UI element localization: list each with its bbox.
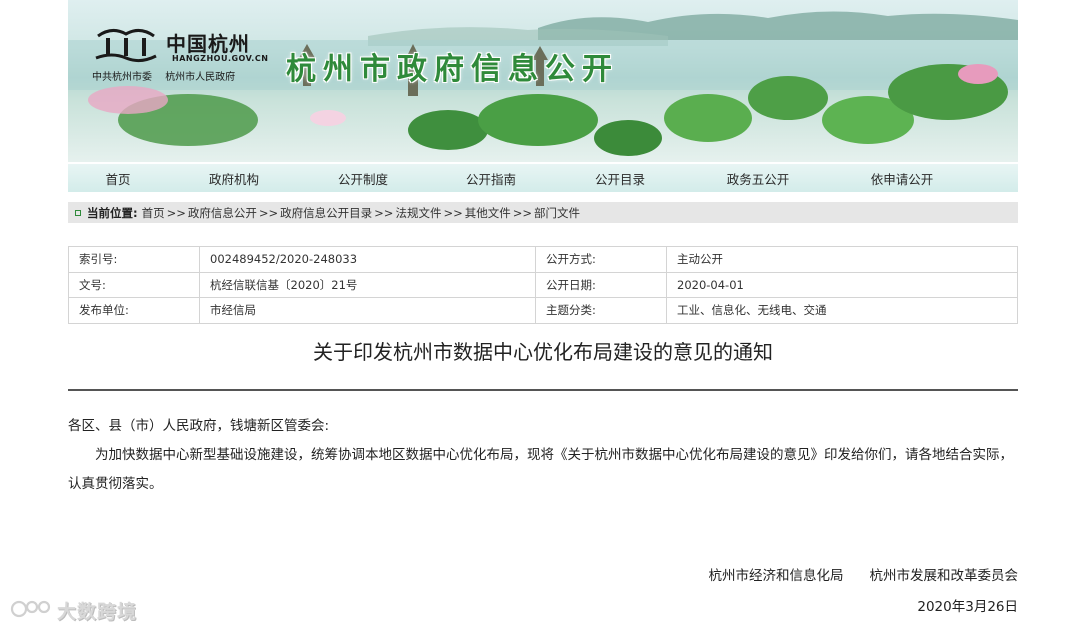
meta-value-index: 002489452/2020-248033 — [199, 246, 536, 273]
logo-text: 中国杭州 — [166, 32, 250, 56]
watermark-logo-icon — [10, 600, 51, 618]
breadcrumb-item-catalog[interactable]: 政府信息公开目录 — [280, 205, 372, 221]
meta-key-subject: 主题分类: — [535, 297, 667, 324]
breadcrumb-separator: >> — [512, 205, 533, 220]
meta-value-subject: 工业、信息化、无线电、交通 — [666, 297, 1018, 324]
document-meta-table: 索引号: 002489452/2020-248033 公开方式: 主动公开 文号… — [68, 246, 1018, 324]
document-signers: 杭州市经济和信息化局 杭州市发展和改革委员会 — [709, 564, 1019, 584]
meta-key-doc-number: 文号: — [68, 271, 200, 299]
breadcrumb-item-dept-files[interactable]: 部门文件 — [534, 205, 580, 221]
breadcrumb-item-regulations[interactable]: 法规文件 — [395, 205, 441, 221]
breadcrumb-separator: >> — [443, 205, 463, 220]
watermark-text: 大数跨境 — [57, 601, 138, 623]
page-wrapper: 中国杭州 HANGZHOU.GOV.CN 中共杭州市委 杭州市人民政府 杭州市政… — [68, 0, 1018, 615]
signer-economy-bureau: 杭州市经济和信息化局 — [708, 568, 844, 584]
logo-government: 杭州市人民政府 — [165, 72, 236, 83]
nav-item-apply-disclosure[interactable]: 依申请公开 — [832, 169, 972, 188]
nav-item-disclosure-catalog[interactable]: 公开目录 — [556, 169, 684, 188]
document-date: 2020年3月26日 — [917, 599, 1018, 615]
site-logo[interactable]: 中国杭州 HANGZHOU.GOV.CN 中共杭州市委 杭州市人民政府 — [92, 24, 282, 88]
table-row: 索引号: 002489452/2020-248033 公开方式: 主动公开 — [68, 246, 1018, 273]
breadcrumb-item-home[interactable]: 首页 — [142, 205, 165, 221]
meta-value-doc-number: 杭经信联信基〔2020〕21号 — [199, 271, 536, 299]
main-nav: 首页 政府机构 公开制度 公开指南 公开目录 政务五公开 依申请公开 — [68, 164, 1018, 192]
meta-key-index: 索引号: — [68, 246, 200, 273]
meta-key-disclosure-method: 公开方式: — [535, 246, 667, 273]
nav-item-disclosure-system[interactable]: 公开制度 — [300, 169, 426, 188]
document-addressee: 各区、县（市）人民政府，钱塘新区管委会: — [68, 418, 330, 434]
meta-value-disclosure-method: 主动公开 — [666, 246, 1018, 273]
title-divider — [68, 389, 1018, 391]
breadcrumb-label: 当前位置: — [87, 205, 138, 220]
table-row: 文号: 杭经信联信基〔2020〕21号 公开日期: 2020-04-01 — [68, 271, 1018, 299]
nav-item-five-disclosures[interactable]: 政务五公开 — [684, 169, 832, 188]
hangzhou-logo-icon — [95, 29, 157, 63]
breadcrumb-separator: >> — [258, 205, 279, 220]
meta-value-disclosure-date: 2020-04-01 — [666, 271, 1018, 299]
document-body: 为加快数据中心新型基础设施建设，统筹协调本地区数据中心优化布局，现将《关于杭州市… — [68, 447, 1013, 492]
watermark: 大数跨境 — [10, 597, 150, 623]
breadcrumb: 当前位置: 首页 >> 政府信息公开 >> 政府信息公开目录 >> 法规文件 >… — [68, 202, 1018, 223]
document-title: 关于印发杭州市数据中心优化布局建设的意见的通知 — [313, 340, 773, 364]
breadcrumb-separator: >> — [374, 205, 394, 220]
table-row: 发布单位: 市经信局 主题分类: 工业、信息化、无线电、交通 — [68, 297, 1018, 324]
nav-item-gov-agencies[interactable]: 政府机构 — [168, 169, 300, 188]
logo-subtitle: 中共杭州市委 杭州市人民政府 — [92, 68, 245, 83]
meta-key-disclosure-date: 公开日期: — [535, 271, 667, 299]
breadcrumb-item-gov-info[interactable]: 政府信息公开 — [188, 205, 257, 221]
logo-domain: HANGZHOU.GOV.CN — [172, 54, 269, 63]
nav-item-disclosure-guide[interactable]: 公开指南 — [426, 169, 556, 188]
breadcrumb-item-other-files[interactable]: 其他文件 — [465, 205, 511, 221]
logo-party-committee: 中共杭州市委 — [92, 72, 152, 83]
meta-value-publisher: 市经信局 — [199, 297, 536, 324]
nav-item-home[interactable]: 首页 — [68, 169, 168, 188]
breadcrumb-separator: >> — [166, 205, 186, 220]
breadcrumb-bullet-icon — [75, 209, 81, 216]
header-banner: 中国杭州 HANGZHOU.GOV.CN 中共杭州市委 杭州市人民政府 杭州市政… — [68, 0, 1018, 162]
signer-development-commission: 杭州市发展和改革委员会 — [869, 568, 1019, 584]
meta-key-publisher: 发布单位: — [68, 297, 200, 324]
site-title: 杭州市政府信息公开 — [286, 52, 619, 87]
